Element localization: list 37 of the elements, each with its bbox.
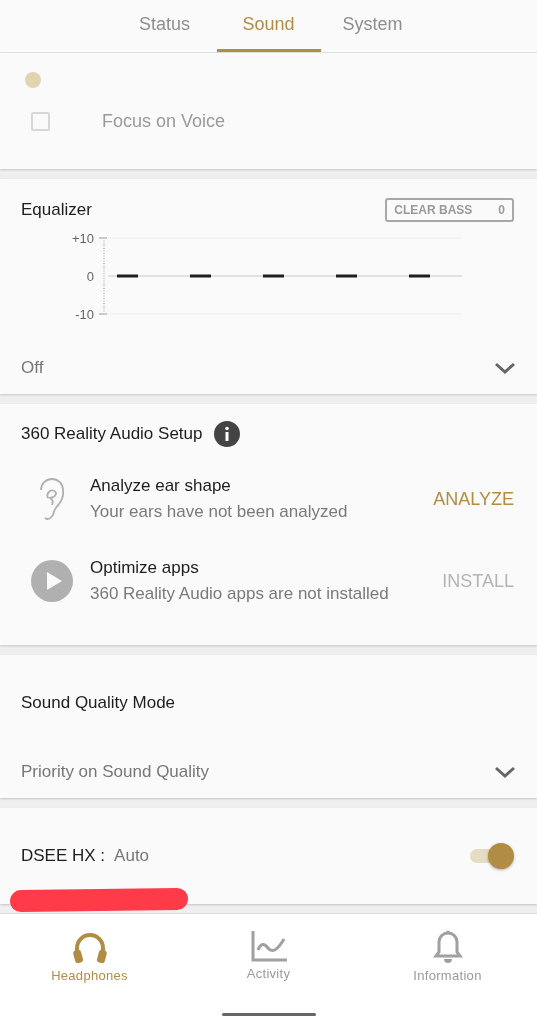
item-subtitle: 360 Reality Audio apps are not installed: [90, 584, 390, 604]
chevron-down-icon[interactable]: [494, 765, 516, 779]
toggle-switch[interactable]: [468, 842, 514, 870]
chevron-down-icon[interactable]: [494, 361, 516, 375]
nav-item[interactable]: Headphones: [0, 914, 179, 1024]
info-icon[interactable]: [214, 421, 241, 447]
eq-band-marker[interactable]: [336, 274, 357, 278]
clear-bass-button[interactable]: CLEAR BASS 0: [385, 198, 514, 222]
item-subtitle: Your ears have not been analyzed: [90, 502, 349, 522]
axis-label: +10: [71, 231, 94, 246]
ear-icon: [39, 476, 65, 522]
eq-band-marker[interactable]: [117, 274, 138, 278]
setting-label: DSEE HX :: [21, 846, 106, 866]
axis-label: 0: [86, 269, 94, 284]
play-icon: [31, 560, 73, 602]
nav-item[interactable]: Activity: [179, 914, 358, 1024]
headphones-icon: [71, 930, 108, 964]
setting-value: Auto: [114, 846, 150, 866]
checkbox-label: Focus on Voice: [102, 111, 226, 132]
item-title: Optimize apps: [90, 558, 200, 578]
item-title: Analyze ear shape: [90, 476, 232, 496]
preset-value: Off: [21, 358, 44, 378]
eq-band-marker[interactable]: [190, 274, 211, 278]
action-button[interactable]: ANALYZE: [433, 488, 514, 510]
section-title: 360 Reality Audio Setup: [21, 424, 203, 444]
nav-item[interactable]: Information: [358, 914, 537, 1024]
chart-icon: [249, 930, 288, 962]
bell-icon: [432, 930, 463, 964]
eq-band-marker[interactable]: [263, 274, 284, 278]
slider-thumb[interactable]: [25, 72, 41, 88]
tab[interactable]: System: [320, 0, 425, 52]
axis-label: -10: [75, 307, 94, 322]
section-title: Equalizer: [21, 200, 92, 220]
section-title: Sound Quality Mode: [21, 693, 177, 713]
eq-band-marker[interactable]: [409, 274, 430, 278]
tab[interactable]: Status: [112, 0, 217, 52]
mode-value: Priority on Sound Quality: [21, 762, 210, 782]
